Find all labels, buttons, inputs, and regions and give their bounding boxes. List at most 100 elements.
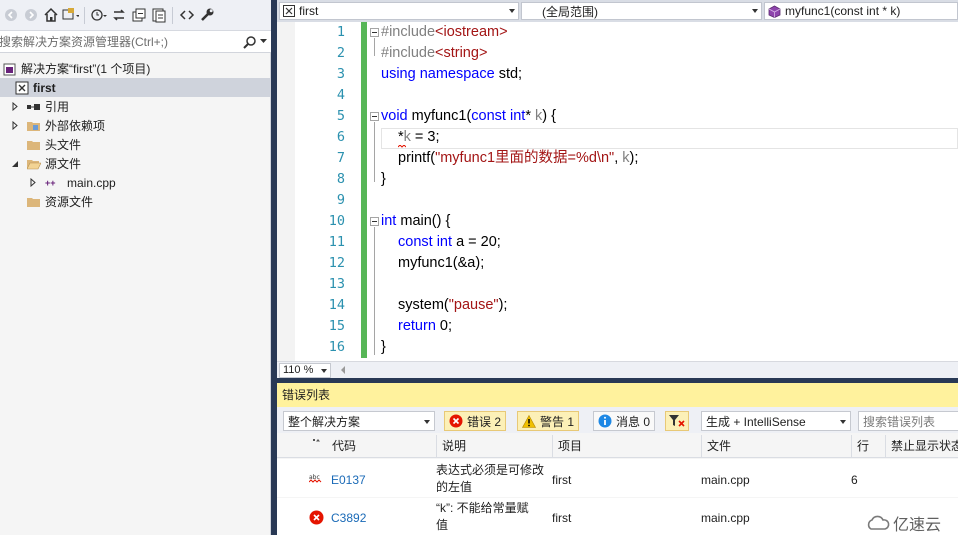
column-sort-icon[interactable]	[307, 435, 327, 458]
tree-item-resource-files[interactable]: 资源文件	[0, 192, 270, 211]
back-icon[interactable]	[2, 6, 19, 24]
line-number: 7	[336, 150, 345, 166]
editor-navigation-bar: first (全局范围) myfunc1(const int * k)	[277, 0, 958, 22]
tree-item-label: 外部依赖项	[45, 119, 106, 133]
zoom-dropdown[interactable]: 110 %	[279, 363, 331, 378]
properties-wrench-icon[interactable]	[198, 6, 215, 24]
code-line-11: const int a = 20;	[398, 234, 501, 250]
warnings-filter-button[interactable]: 警告 1	[517, 411, 580, 431]
line-number: 13	[328, 276, 345, 292]
folder-icon	[26, 194, 42, 210]
chevron-down-icon	[321, 369, 327, 373]
line-number: 11	[328, 234, 345, 250]
code-line-12: myfunc1(&a);	[398, 255, 485, 271]
collapse-arrow-icon[interactable]	[10, 159, 20, 169]
expand-arrow-icon[interactable]	[10, 121, 20, 131]
error-list-title: 错误列表	[282, 388, 331, 402]
column-header-project[interactable]: 项目	[552, 435, 701, 458]
column-header-file[interactable]: 文件	[701, 435, 851, 458]
scroll-left-arrow-icon[interactable]	[341, 366, 345, 374]
scope-dropdown-value: (全局范围)	[542, 4, 598, 19]
funnel-filter-icon	[669, 414, 685, 428]
project-dropdown[interactable]: first	[279, 2, 519, 20]
line-number: 15	[328, 318, 345, 334]
search-icon[interactable]	[243, 35, 257, 49]
errors-filter-button[interactable]: 错误 2	[444, 411, 507, 431]
error-line: 6	[851, 473, 858, 487]
code-editor[interactable]: 1 2 3 4 5 6 7 8 9 10 11 12 13 14 15 16 #…	[277, 22, 958, 361]
external-deps-folder-icon	[26, 118, 42, 134]
warning-icon	[522, 414, 536, 428]
outline-line	[374, 122, 375, 182]
error-file: main.cpp	[701, 511, 750, 525]
sync-icon[interactable]	[110, 6, 127, 24]
tree-item-source-files[interactable]: 源文件	[0, 154, 270, 173]
column-header-code[interactable]: 代码	[327, 435, 437, 458]
error-list-search-placeholder: 搜索错误列表	[863, 414, 936, 429]
scope-filter-dropdown[interactable]: 整个解决方案	[283, 411, 435, 431]
messages-filter-button[interactable]: 消息 0	[593, 411, 656, 431]
line-number: 6	[336, 129, 345, 145]
search-options-chevron-icon[interactable]	[260, 39, 267, 44]
editor-bottom-bar: 110 %	[277, 361, 958, 378]
outline-collapse-icon[interactable]	[370, 217, 379, 226]
show-all-files-icon[interactable]	[150, 6, 167, 24]
toolbar-separator	[172, 6, 173, 24]
expand-arrow-icon[interactable]	[28, 178, 38, 188]
search-input[interactable]: 搜索解决方案资源管理器(Ctrl+;)	[0, 33, 243, 50]
view-code-icon[interactable]	[178, 6, 195, 24]
tree-solution[interactable]: 解决方案“first”(1 个项目)	[0, 59, 270, 78]
error-row[interactable]: C3892 “k”: 不能给常量赋 值 first main.cpp	[277, 498, 958, 535]
pending-changes-icon[interactable]	[90, 6, 107, 24]
tree-item-references[interactable]: 引用	[0, 97, 270, 116]
filter-toggle-button[interactable]	[665, 411, 689, 431]
home-icon[interactable]	[42, 6, 59, 24]
error-list-title-bar[interactable]: 错误列表	[277, 383, 958, 407]
code-line-5: void myfunc1(const int* k) {	[381, 108, 556, 124]
column-header-line[interactable]: 行	[851, 435, 885, 458]
tree-item-external-deps[interactable]: 外部依赖项	[0, 116, 270, 135]
open-folder-icon	[26, 156, 42, 172]
column-header-desc[interactable]: 说明	[436, 435, 552, 458]
error-code[interactable]: C3892	[331, 510, 366, 527]
code-line-1: #include<iostream>	[381, 24, 508, 40]
error-list-search-input[interactable]: 搜索错误列表	[858, 411, 958, 431]
outline-collapse-icon[interactable]	[370, 112, 379, 121]
error-code[interactable]: E0137	[331, 472, 366, 489]
expand-arrow-icon[interactable]	[10, 102, 20, 112]
line-number: 5	[336, 108, 345, 124]
code-line-16: }	[381, 339, 386, 355]
info-icon	[598, 414, 612, 428]
cloud-logo-icon	[867, 515, 890, 530]
forward-icon[interactable]	[22, 6, 39, 24]
code-line-3: using namespace std;	[381, 66, 523, 82]
switch-views-icon[interactable]	[62, 6, 79, 24]
code-line-10: int main() {	[381, 213, 451, 229]
cpp-project-icon	[283, 5, 295, 17]
line-number: 1	[336, 24, 345, 40]
solution-explorer-toolbar	[0, 0, 271, 31]
build-filter-dropdown[interactable]: 生成 + IntelliSense	[701, 411, 851, 431]
solution-explorer-search[interactable]: 搜索解决方案资源管理器(Ctrl+;)	[0, 31, 271, 53]
zoom-value: 110 %	[283, 364, 314, 376]
tree-project-first[interactable]: first	[0, 78, 270, 97]
intellisense-error-icon: abc	[309, 473, 323, 485]
column-header-suppress[interactable]: 禁止显示状态	[885, 435, 958, 458]
tree-item-header-files[interactable]: 头文件	[0, 135, 270, 154]
solution-explorer: 搜索解决方案资源管理器(Ctrl+;) 解决方案“first”(1 个项目) f…	[0, 0, 271, 535]
errors-count: 错误 2	[467, 414, 502, 429]
error-list-header: 代码 说明 项目 文件 行 禁止显示状态	[277, 435, 958, 458]
outline-collapse-icon[interactable]	[370, 28, 379, 37]
cpp-file-icon: ++	[44, 175, 64, 191]
collapse-all-icon[interactable]	[130, 6, 147, 24]
scope-dropdown[interactable]: (全局范围)	[521, 2, 762, 20]
line-number: 12	[328, 255, 345, 271]
tree-item-main-cpp[interactable]: ++ main.cpp	[0, 173, 270, 192]
chevron-down-icon	[424, 420, 430, 424]
member-dropdown[interactable]: myfunc1(const int * k)	[764, 2, 958, 20]
svg-text:++: ++	[45, 178, 56, 188]
error-description-cont: 值	[436, 518, 449, 532]
error-row[interactable]: abc E0137 表达式必须是可修改 的左值 first main.cpp 6	[277, 459, 958, 497]
error-list-panel: 错误列表 整个解决方案 错误 2 警告 1 消息 0 生成 + IntelliS…	[277, 383, 958, 535]
error-icon	[449, 414, 463, 428]
